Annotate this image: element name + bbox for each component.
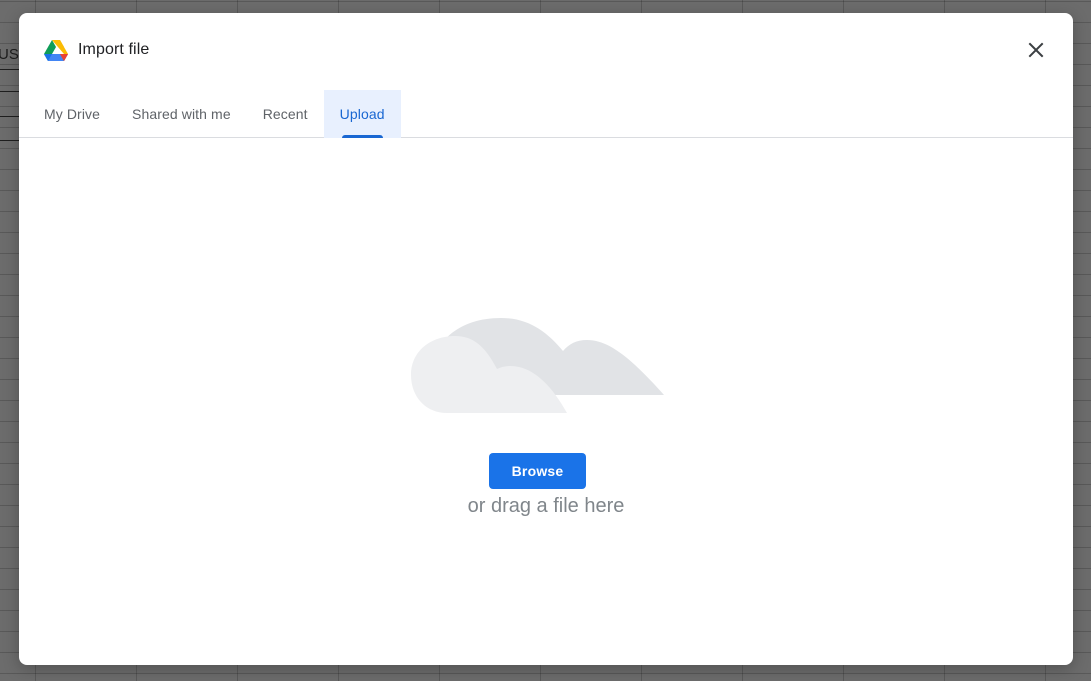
- drag-file-hint: or drag a file here: [19, 495, 1073, 518]
- dialog-header: Import file: [19, 13, 1073, 89]
- close-button[interactable]: [1020, 36, 1052, 68]
- active-tab-indicator: [342, 135, 383, 138]
- close-icon: [1028, 42, 1044, 63]
- tab-label: Shared with me: [132, 106, 231, 122]
- google-drive-icon: [44, 40, 68, 62]
- cloud-illustration-icon: [411, 276, 665, 413]
- tab-upload[interactable]: Upload: [324, 90, 401, 138]
- tab-my-drive[interactable]: My Drive: [28, 90, 116, 138]
- tab-label: Upload: [340, 106, 385, 122]
- tab-bar: My Drive Shared with me Recent Upload: [19, 90, 1073, 138]
- tab-label: My Drive: [44, 106, 100, 122]
- tab-recent[interactable]: Recent: [247, 90, 324, 138]
- dialog-title: Import file: [78, 41, 149, 59]
- tab-label: Recent: [263, 106, 308, 122]
- tab-shared-with-me[interactable]: Shared with me: [116, 90, 247, 138]
- browse-button[interactable]: Browse: [489, 453, 586, 489]
- upload-drop-zone[interactable]: Browse or drag a file here: [19, 139, 1073, 665]
- import-file-dialog: Import file My Drive Shared with me Rece…: [19, 13, 1073, 665]
